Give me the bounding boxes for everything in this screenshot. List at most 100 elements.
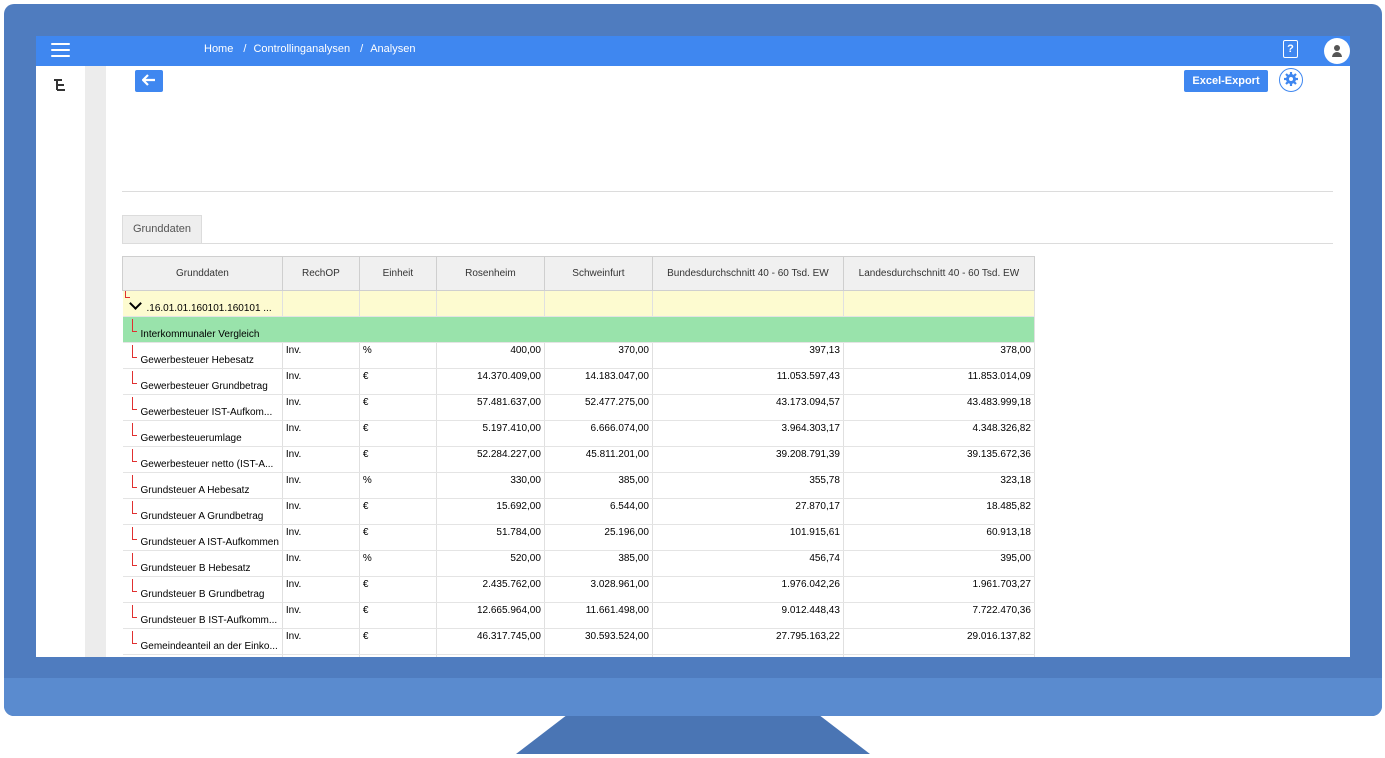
row-label-cell: Gewerbesteuer netto (IST-A...	[122, 446, 283, 473]
value-cell: 6.666.074,00	[544, 420, 653, 447]
value-cell: 1.976.042,26	[652, 576, 844, 603]
tree-connector	[131, 631, 137, 644]
column-header[interactable]: Grunddaten	[122, 256, 283, 291]
breadcrumb: Home / Controllinganalysen / Analysen	[204, 43, 416, 55]
value-cell: 51.784,00	[436, 524, 545, 551]
table-row[interactable]: Grundsteuer B Grundbetrag Inv. €2.435.762,…	[122, 576, 1035, 603]
hamburger-menu-icon[interactable]	[51, 43, 70, 59]
value-cell: 43.173.094,57	[652, 394, 844, 421]
column-header[interactable]: Landesdurchschnitt 40 - 60 Tsd. EW	[842, 256, 1035, 291]
monitor-chin	[4, 678, 1382, 716]
row-label-cell: Grundsteuer B Grundbetrag	[122, 576, 283, 603]
table-row[interactable]: Gewerbesteuer Hebesatz Inv.% 400,00 370,00 3…	[122, 342, 1035, 369]
value-cell: 25.196,00	[544, 524, 653, 551]
value-cell: 11.853.014,09	[843, 368, 1035, 395]
value-cell: 6.363.981,18	[843, 654, 1035, 657]
section-row[interactable]: Interkommunaler Vergleich	[122, 316, 1035, 343]
rechop-cell: Inv.	[282, 576, 360, 603]
rechop-cell: Inv.	[282, 654, 360, 657]
unit-cell: €	[359, 654, 437, 657]
rechop-cell: Inv.	[282, 446, 360, 473]
breadcrumb-controllinganalysen[interactable]: Controllinganalysen	[253, 43, 350, 55]
rechop-cell: Inv.	[282, 602, 360, 629]
value-cell: 14.370.409,00	[436, 368, 545, 395]
row-label: Gewerbesteuer Grundbetrag	[140, 381, 268, 392]
unit-cell: €	[359, 576, 437, 603]
table-row[interactable]: Gewerbesteuerumlage Inv. €5.197.410,00 6.66…	[122, 420, 1035, 447]
table-row[interactable]: Gewerbesteuer netto (IST-A... Inv. €52.284…	[122, 446, 1035, 473]
group-row[interactable]: .16.01.01.160101.160101 ...	[122, 290, 1035, 317]
breadcrumb-analysen[interactable]: Analysen	[370, 43, 415, 55]
value-cell: 11.815.618,00	[544, 654, 653, 657]
table-row[interactable]: Grundsteuer A IST-Aufkommen Inv. €51.784,0…	[122, 524, 1035, 551]
value-cell: 2.435.762,00	[436, 576, 545, 603]
value-cell: 9.012.448,43	[652, 602, 844, 629]
column-header[interactable]: Rosenheim	[435, 256, 545, 291]
row-label-cell: Grundsteuer B Hebesatz	[122, 550, 283, 577]
row-label-cell: Gewerbesteuer Hebesatz	[122, 342, 283, 369]
monitor-stand	[516, 716, 870, 754]
table-row[interactable]: Gewerbesteuer Grundbetrag Inv. €14.370.409…	[122, 368, 1035, 395]
value-cell: 7.556.289,00	[436, 654, 545, 657]
rechop-cell: Inv.	[282, 420, 360, 447]
back-button[interactable]	[135, 70, 163, 92]
app-screen: Home / Controllinganalysen / Analysen ? Ex…	[36, 36, 1350, 657]
tree-connector	[131, 475, 137, 488]
value-cell: 14.183.047,00	[544, 368, 653, 395]
unit-cell: %	[359, 472, 437, 499]
value-cell: 385,00	[544, 550, 653, 577]
column-header[interactable]: Einheit	[358, 256, 437, 291]
rail-divider	[85, 66, 106, 657]
row-label: Grundsteuer B IST-Aufkomm...	[140, 615, 278, 626]
table-row[interactable]: Gemeindeanteil an der Ums...Inv.€7.556.2…	[122, 654, 1035, 657]
gear-icon	[1284, 71, 1298, 86]
unit-cell: €	[359, 628, 437, 655]
table-row[interactable]: Grundsteuer B Hebesatz Inv.% 520,00 385,00 4…	[122, 550, 1035, 577]
row-label: Grundsteuer A Hebesatz	[140, 485, 250, 496]
column-header[interactable]: Schweinfurt	[543, 256, 653, 291]
value-cell: 5.197.410,00	[436, 420, 545, 447]
rechop-cell: Inv.	[282, 550, 360, 577]
value-cell: 385,00	[544, 472, 653, 499]
rechop-cell: Inv.	[282, 498, 360, 525]
user-avatar-icon[interactable]	[1324, 38, 1350, 64]
excel-export-button[interactable]: Excel-Export	[1184, 70, 1268, 92]
value-cell: 355,78	[652, 472, 844, 499]
row-label: Gemeindeanteil an der Einko...	[140, 641, 278, 652]
value-cell: 57.481.637,00	[436, 394, 545, 421]
row-label-cell: Grundsteuer A IST-Aufkommen	[122, 524, 283, 551]
column-header[interactable]: RechOP	[281, 256, 360, 291]
breadcrumb-home[interactable]: Home	[204, 43, 233, 55]
value-cell: 395,00	[843, 550, 1035, 577]
value-cell: 12.665.964,00	[436, 602, 545, 629]
value-cell: 52.284.227,00	[436, 446, 545, 473]
table-row[interactable]: Grundsteuer A Hebesatz Inv.% 330,00 385,00 3…	[122, 472, 1035, 499]
top-bar: Home / Controllinganalysen / Analysen ?	[36, 36, 1350, 66]
value-cell: 4.348.326,82	[843, 420, 1035, 447]
value-cell: 3.964.303,17	[652, 420, 844, 447]
tree-connector	[124, 291, 130, 298]
tree-connector	[131, 319, 137, 332]
table-row[interactable]: Gewerbesteuer IST-Aufkom... Inv. €57.481.6…	[122, 394, 1035, 421]
row-label-cell: Grundsteuer B IST-Aufkomm...	[122, 602, 283, 629]
table-row[interactable]: Grundsteuer B IST-Aufkomm... Inv. €12.665.…	[122, 602, 1035, 629]
table-row[interactable]: Grundsteuer A Grundbetrag Inv. €15.692,00 6…	[122, 498, 1035, 525]
help-icon[interactable]: ?	[1283, 40, 1298, 58]
value-cell: 6.544,00	[544, 498, 653, 525]
value-cell: 39.208.791,39	[652, 446, 844, 473]
rechop-cell: Inv.	[282, 628, 360, 655]
unit-cell: %	[359, 550, 437, 577]
tree-structure-icon[interactable]	[53, 78, 67, 92]
settings-button[interactable]	[1279, 68, 1303, 92]
value-cell: 397,13	[652, 342, 844, 369]
value-cell: 456,74	[652, 550, 844, 577]
row-label: Grundsteuer B Grundbetrag	[140, 589, 265, 600]
unit-cell: €	[359, 394, 437, 421]
value-cell: 60.913,18	[843, 524, 1035, 551]
row-label-cell: Gewerbesteuer Grundbetrag	[122, 368, 283, 395]
row-label: Grundsteuer A Grundbetrag	[140, 511, 264, 522]
table-row[interactable]: Gemeindeanteil an der Einko... Inv. €46.31…	[122, 628, 1035, 655]
chevron-down-icon[interactable]	[128, 297, 142, 310]
column-header[interactable]: Bundesdurchschnitt 40 - 60 Tsd. EW	[651, 256, 844, 291]
tab-grunddaten[interactable]: Grunddaten	[122, 215, 202, 243]
